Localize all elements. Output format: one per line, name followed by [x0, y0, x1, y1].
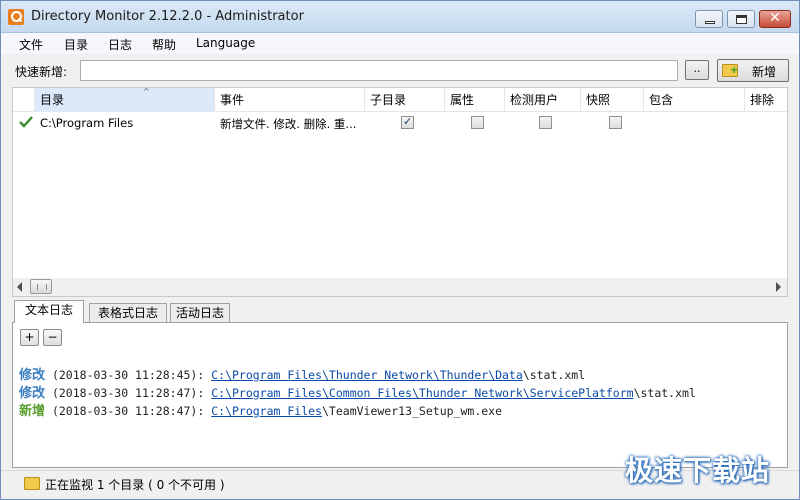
column-subdirs[interactable]: 子目录 — [365, 88, 445, 112]
column-include[interactable]: 包含 — [644, 88, 745, 112]
menu-file[interactable]: 文件 — [19, 36, 43, 53]
list-header: ^ 目录 事件 子目录 属性 检测用户 快照 包含 排除 — [13, 88, 787, 112]
column-directory[interactable]: ^ 目录 — [35, 88, 215, 112]
log-path-link[interactable]: C:\Program Files — [211, 404, 322, 418]
log-action: 修改 — [19, 386, 46, 401]
horizontal-scrollbar[interactable] — [13, 278, 787, 296]
log-path-link[interactable]: C:\Program Files\Common Files\Thunder Ne… — [211, 386, 633, 400]
minimize-button[interactable] — [695, 10, 723, 28]
close-icon: ✕ — [769, 10, 781, 26]
log-entry: 修改 (2018-03-30 11:28:47): C:\Program Fil… — [19, 382, 696, 401]
menu-log[interactable]: 日志 — [108, 36, 132, 53]
tab-text-log[interactable]: 文本日志 — [14, 300, 84, 323]
log-action: 新增 — [19, 404, 46, 419]
scroll-right-icon[interactable] — [776, 282, 781, 292]
maximize-button[interactable] — [727, 10, 755, 28]
check-icon — [19, 116, 33, 128]
column-attributes[interactable]: 属性 — [445, 88, 505, 112]
menu-directory[interactable]: 目录 — [64, 36, 88, 53]
window-title: Directory Monitor 2.12.2.0 - Administrat… — [31, 9, 304, 24]
log-time: (2018-03-30 11:28:45): — [51, 368, 205, 382]
column-events[interactable]: 事件 — [215, 88, 365, 112]
status-text: 正在监视 1 个目录 ( 0 个不可用 ) — [45, 478, 225, 492]
attributes-checkbox[interactable] — [471, 116, 484, 129]
column-detect-user[interactable]: 检测用户 — [505, 88, 581, 112]
row-events: 新增文件. 修改. 删除. 重... — [220, 117, 357, 131]
log-time: (2018-03-30 11:28:47): — [51, 386, 205, 400]
quick-add-label: 快速新增: — [15, 65, 68, 79]
log-file: \TeamViewer13_Setup_wm.exe — [322, 404, 503, 418]
table-row[interactable]: C:\Program Files 新增文件. 修改. 删除. 重... — [13, 113, 787, 133]
new-button[interactable]: 新增 — [717, 59, 789, 82]
log-entry: 修改 (2018-03-30 11:28:45): C:\Program Fil… — [19, 364, 585, 383]
snapshot-checkbox[interactable] — [609, 116, 622, 129]
quick-add-input[interactable] — [80, 60, 678, 81]
column-status[interactable] — [13, 88, 35, 112]
row-directory: C:\Program Files — [40, 116, 134, 130]
column-exclude[interactable]: 排除 — [745, 88, 787, 112]
log-file: \stat.xml — [522, 368, 586, 382]
tab-activity-log[interactable]: 活动日志 — [170, 303, 230, 323]
log-file: \stat.xml — [633, 386, 696, 400]
app-window: Directory Monitor 2.12.2.0 - Administrat… — [0, 0, 800, 500]
scroll-left-icon[interactable] — [17, 282, 22, 292]
watermark-logo: 极速下载站 — [625, 454, 771, 487]
new-button-label: 新增 — [752, 65, 777, 79]
log-path-link[interactable]: C:\Program Files\Thunder Network\Thunder… — [211, 368, 523, 382]
log-entry: 新增 (2018-03-30 11:28:47): C:\Program Fil… — [19, 400, 502, 419]
detect-user-checkbox[interactable] — [539, 116, 552, 129]
column-snapshot[interactable]: 快照 — [581, 88, 644, 112]
log-action: 修改 — [19, 368, 46, 383]
expand-button[interactable]: + — [20, 329, 39, 346]
menu-bar: 文件 目录 日志 帮助 Language — [1, 33, 799, 54]
menu-language[interactable]: Language — [196, 36, 255, 50]
tab-table-log[interactable]: 表格式日志 — [89, 303, 167, 323]
close-button[interactable]: ✕ — [759, 10, 791, 28]
subdirs-checkbox[interactable] — [401, 115, 414, 129]
log-time: (2018-03-30 11:28:47): — [51, 404, 205, 418]
minimize-icon — [705, 21, 715, 24]
app-magnifier-icon — [8, 9, 24, 25]
maximize-icon — [736, 15, 747, 24]
directory-list[interactable]: ^ 目录 事件 子目录 属性 检测用户 快照 包含 排除 C:\Program … — [12, 87, 788, 297]
menu-help[interactable]: 帮助 — [152, 36, 176, 53]
scroll-thumb[interactable] — [30, 279, 52, 294]
collapse-button[interactable]: − — [43, 329, 62, 346]
folder-icon — [24, 477, 40, 490]
log-panel[interactable]: + − 修改 (2018-03-30 11:28:45): C:\Program… — [12, 322, 788, 468]
title-bar[interactable]: Directory Monitor 2.12.2.0 - Administrat… — [1, 1, 799, 33]
sort-up-icon: ^ — [143, 87, 150, 96]
folder-add-icon — [722, 64, 738, 77]
browse-button[interactable]: .. — [685, 60, 709, 80]
